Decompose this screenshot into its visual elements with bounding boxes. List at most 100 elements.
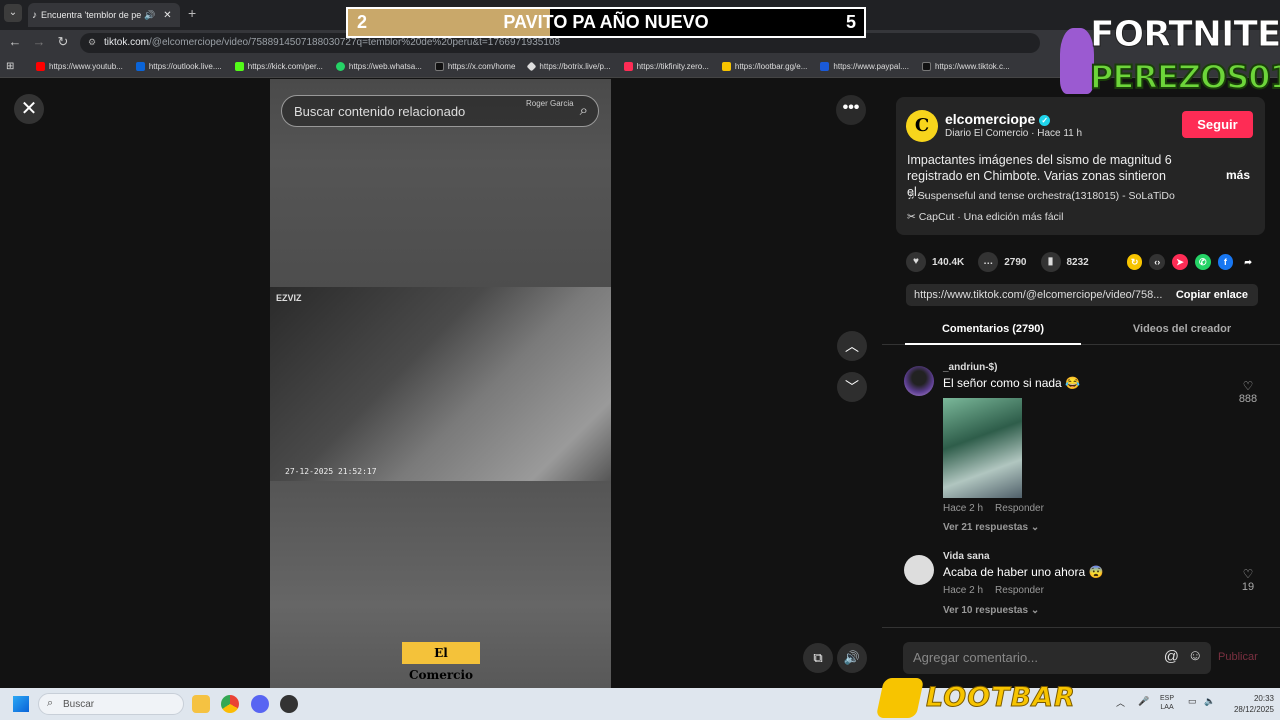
save-stat[interactable]: ▮ 8232	[1040, 252, 1089, 272]
tab-comments[interactable]: Comentarios (2790)	[905, 323, 1081, 345]
comment-icon[interactable]: …	[978, 252, 999, 272]
bookmark-item[interactable]: https://www.paypal....	[820, 62, 909, 71]
verified-icon: ✓	[1039, 114, 1051, 126]
network-icon[interactable]: ▭	[1188, 696, 1197, 707]
publish-button[interactable]: Publicar	[1218, 651, 1258, 663]
commenter-username[interactable]: _andriun-$)	[943, 362, 997, 373]
share-link-field[interactable]: https://www.tiktok.com/@elcomerciope/vid…	[906, 284, 1258, 306]
forward-icon[interactable]: →	[30, 34, 48, 49]
follow-button[interactable]: Seguir	[1182, 111, 1253, 138]
volume-button[interactable]: 🔊	[837, 643, 867, 673]
details-panel: C elcomerciope ✓ Diario El Comercio · Hac…	[882, 79, 1280, 688]
commenter-avatar[interactable]	[904, 555, 934, 585]
obs-icon[interactable]	[280, 695, 298, 713]
bookmark-icon[interactable]: ▮	[1040, 252, 1061, 272]
tray-chevron-icon[interactable]: ︿	[1116, 696, 1125, 709]
embed-icon[interactable]: ‹›	[1149, 254, 1166, 270]
more-options-button[interactable]: •••	[836, 95, 866, 125]
stream-goal-banner: 2 PAVITO PA AÑO NUEVO 5	[346, 7, 866, 38]
close-video-button[interactable]: ✕	[14, 94, 44, 124]
heart-outline-icon[interactable]: ♡	[1234, 379, 1262, 393]
related-search-input[interactable]: Buscar contenido relacionado Roger Garci…	[281, 95, 599, 127]
like-stat[interactable]: ♥ 140.4K	[906, 252, 964, 272]
comment-input[interactable]: Agregar comentario... @ ☺	[903, 642, 1211, 674]
reply-button[interactable]: Responder	[995, 503, 1044, 514]
capcut-link[interactable]: ✂ CapCut · Una edición más fácil	[907, 211, 1063, 223]
language-indicator[interactable]: ESP LAA	[1160, 694, 1174, 712]
tab-search-button[interactable]: ⌄	[4, 4, 22, 22]
next-video-button[interactable]: ﹀	[837, 372, 867, 402]
comment-image[interactable]	[943, 398, 1022, 498]
tiktok-icon: ♪	[32, 9, 37, 21]
mention-icon[interactable]: @	[1164, 648, 1179, 665]
see-more-link[interactable]: más	[1226, 168, 1250, 182]
comment-item: Vida sana Acaba de haber uno ahora 😨 Hac…	[904, 551, 1264, 621]
bookmark-item[interactable]: https://botrix.live/p...	[526, 61, 611, 72]
video-stage: ✕ EZVIZ 27-12-2025 21:52:17 Buscar conte…	[0, 79, 882, 688]
bookmark-item[interactable]: https://lootbar.gg/e...	[721, 62, 807, 71]
system-clock[interactable]: 20:33 28/12/2025	[1226, 693, 1274, 715]
site-info-icon[interactable]: ⚙	[88, 37, 96, 48]
comment-like[interactable]: ♡ 888	[1234, 379, 1262, 405]
bookmark-item[interactable]: https://www.youtub...	[36, 62, 123, 71]
el-comercio-watermark: El Comercio	[402, 642, 480, 682]
creator-avatar[interactable]: C	[906, 110, 938, 142]
emoji-icon[interactable]: ☺	[1188, 647, 1203, 664]
volume-icon[interactable]: 🔈	[1204, 696, 1215, 707]
back-icon[interactable]: ←	[6, 34, 24, 49]
new-tab-button[interactable]: +	[188, 5, 196, 21]
heart-icon[interactable]: ♥	[906, 252, 926, 272]
bookmark-item[interactable]: https://x.com/home	[434, 62, 515, 71]
youtube-icon	[36, 62, 45, 71]
comment-like[interactable]: ♡ 19	[1234, 567, 1262, 593]
commenter-avatar[interactable]	[904, 366, 934, 396]
heart-outline-icon[interactable]: ♡	[1234, 567, 1262, 581]
commenter-username[interactable]: Vida sana	[943, 551, 990, 562]
video-player[interactable]: EZVIZ 27-12-2025 21:52:17	[270, 79, 611, 688]
discord-icon[interactable]	[251, 695, 269, 713]
whatsapp-icon	[335, 62, 345, 71]
taskbar-search[interactable]: ⌕ Buscar	[38, 693, 184, 715]
bookmark-item[interactable]: https://tikfinity.zero...	[623, 62, 709, 71]
bookmark-item[interactable]: https://kick.com/per...	[234, 62, 323, 71]
paypal-icon	[820, 62, 830, 71]
taskbar-search-label: Buscar	[63, 699, 95, 710]
microphone-icon[interactable]: 🎤	[1138, 696, 1149, 707]
repost-icon[interactable]: ↻	[1126, 254, 1143, 270]
share-arrow-icon[interactable]: ➦	[1240, 254, 1256, 270]
apps-grid-icon[interactable]: ⊞	[6, 61, 22, 72]
view-replies-button[interactable]: Ver 10 respuestas ⌄	[943, 605, 1039, 616]
chrome-icon[interactable]	[221, 695, 239, 713]
speaker-icon[interactable]: 🔊	[144, 10, 155, 21]
reload-icon[interactable]: ↻	[54, 34, 72, 50]
engagement-bar: ♥ 140.4K … 2790 ▮ 8232 ↻ ‹› ➤ ✆ f ➦	[906, 251, 1256, 273]
search-icon: ⌕	[47, 697, 54, 709]
facebook-share-icon[interactable]: f	[1217, 254, 1234, 270]
whatsapp-share-icon[interactable]: ✆	[1194, 254, 1211, 270]
outlook-icon	[135, 62, 145, 71]
capcut-icon: ✂	[907, 211, 919, 223]
search-icon[interactable]: ⌕	[580, 102, 588, 119]
bookmark-item[interactable]: https://www.tiktok.c...	[921, 62, 1010, 71]
bookmark-item[interactable]: https://web.whatsa...	[335, 62, 422, 71]
floating-player-button[interactable]: ⧉	[803, 643, 833, 673]
tab-close-icon[interactable]: ✕	[163, 10, 171, 21]
view-replies-button[interactable]: Ver 21 respuestas ⌄	[943, 522, 1039, 533]
previous-video-button[interactable]: ︿	[837, 331, 867, 361]
comment-text: Acaba de haber uno ahora 😨	[943, 565, 1104, 579]
browser-tab[interactable]: ♪ Encuentra 'temblor de peru 🔊 ✕	[28, 3, 180, 27]
comment-stat[interactable]: … 2790	[978, 252, 1027, 272]
music-link[interactable]: ♫ Suspenseful and tense orchestra(131801…	[907, 190, 1175, 202]
comment-placeholder: Agregar comentario...	[913, 650, 1039, 665]
tiktok-icon	[921, 62, 931, 71]
file-explorer-icon[interactable]	[192, 695, 210, 713]
copy-link-button[interactable]: Copiar enlace	[1176, 289, 1248, 301]
reply-button[interactable]: Responder	[995, 585, 1044, 596]
tab-creator-videos[interactable]: Videos del creador	[1102, 323, 1262, 335]
send-icon[interactable]: ➤	[1172, 254, 1188, 270]
creator-username[interactable]: elcomerciope ✓	[945, 111, 1051, 127]
bookmark-item[interactable]: https://outlook.live....	[135, 62, 222, 71]
camera-brand: EZVIZ	[276, 293, 302, 303]
video-credit: Roger Garcia	[526, 99, 574, 108]
windows-start-icon[interactable]	[13, 696, 29, 712]
